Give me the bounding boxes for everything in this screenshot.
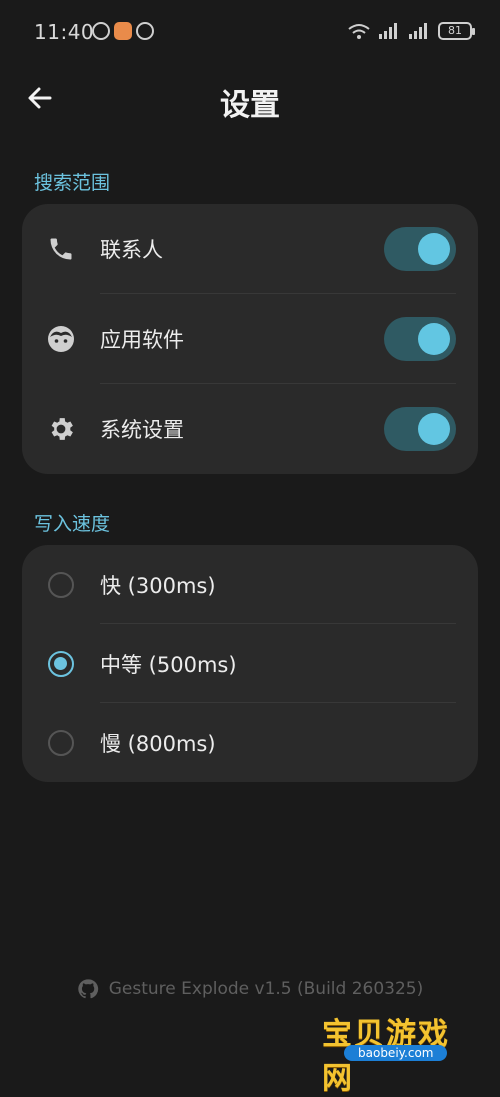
toggle-knob bbox=[418, 233, 450, 265]
write-speed-heading: 写入速度 bbox=[34, 513, 111, 535]
contacts-toggle[interactable] bbox=[384, 227, 456, 271]
wifi-icon bbox=[348, 24, 370, 39]
gear-icon bbox=[46, 414, 76, 444]
toggle-knob bbox=[418, 413, 450, 445]
system-settings-row[interactable]: 系统设置 bbox=[22, 384, 478, 474]
contacts-row[interactable]: 联系人 bbox=[22, 204, 478, 294]
speed-option-slow[interactable]: 慢 (800ms) bbox=[22, 703, 478, 782]
signal-2-icon bbox=[409, 23, 427, 39]
phone-icon bbox=[46, 234, 76, 264]
notification-icons bbox=[92, 22, 154, 40]
app-header: 设置 bbox=[0, 72, 500, 128]
speed-option-medium[interactable]: 中等 (500ms) bbox=[22, 624, 478, 703]
battery-icon: 81 bbox=[438, 22, 475, 40]
signal-icon bbox=[379, 23, 397, 39]
search-scope-heading: 搜索范围 bbox=[34, 172, 111, 194]
status-time: 11:40 bbox=[34, 20, 95, 44]
system-settings-label: 系统设置 bbox=[100, 418, 184, 442]
system-settings-toggle[interactable] bbox=[384, 407, 456, 451]
status-bar: 11:40 81 bbox=[0, 0, 500, 62]
apps-row[interactable]: 应用软件 bbox=[22, 294, 478, 384]
watermark-domain: baobeiy.com bbox=[344, 1045, 448, 1061]
speed-fast-label: 快 (300ms) bbox=[100, 573, 216, 598]
apps-toggle[interactable] bbox=[384, 317, 456, 361]
apps-label: 应用软件 bbox=[100, 328, 184, 352]
speed-medium-label: 中等 (500ms) bbox=[100, 652, 237, 677]
notification-dot-icon bbox=[136, 22, 154, 40]
page-title: 设置 bbox=[220, 88, 280, 123]
face-icon bbox=[46, 324, 76, 354]
radio-slow[interactable] bbox=[48, 729, 74, 756]
version-footer: Gesture Explode v1.5 (Build 260325) bbox=[0, 978, 500, 1000]
radio-fast[interactable] bbox=[48, 571, 74, 598]
github-icon bbox=[78, 979, 98, 999]
system-status-icons: 81 bbox=[348, 22, 475, 40]
speed-option-fast[interactable]: 快 (300ms) bbox=[22, 545, 478, 624]
write-speed-card: 快 (300ms) 中等 (500ms) 慢 (800ms) bbox=[22, 545, 478, 782]
toggle-knob bbox=[418, 323, 450, 355]
contacts-label: 联系人 bbox=[100, 238, 163, 262]
radio-medium[interactable] bbox=[48, 650, 74, 677]
notification-circle-icon bbox=[92, 22, 110, 40]
search-scope-card: 联系人 应用软件 系统设置 bbox=[22, 204, 478, 474]
speed-slow-label: 慢 (800ms) bbox=[100, 731, 216, 756]
app-notification-icon bbox=[114, 22, 132, 40]
site-watermark: 宝贝游戏网 baobeiy.com bbox=[322, 1005, 472, 1096]
version-text: Gesture Explode v1.5 (Build 260325) bbox=[108, 979, 424, 999]
